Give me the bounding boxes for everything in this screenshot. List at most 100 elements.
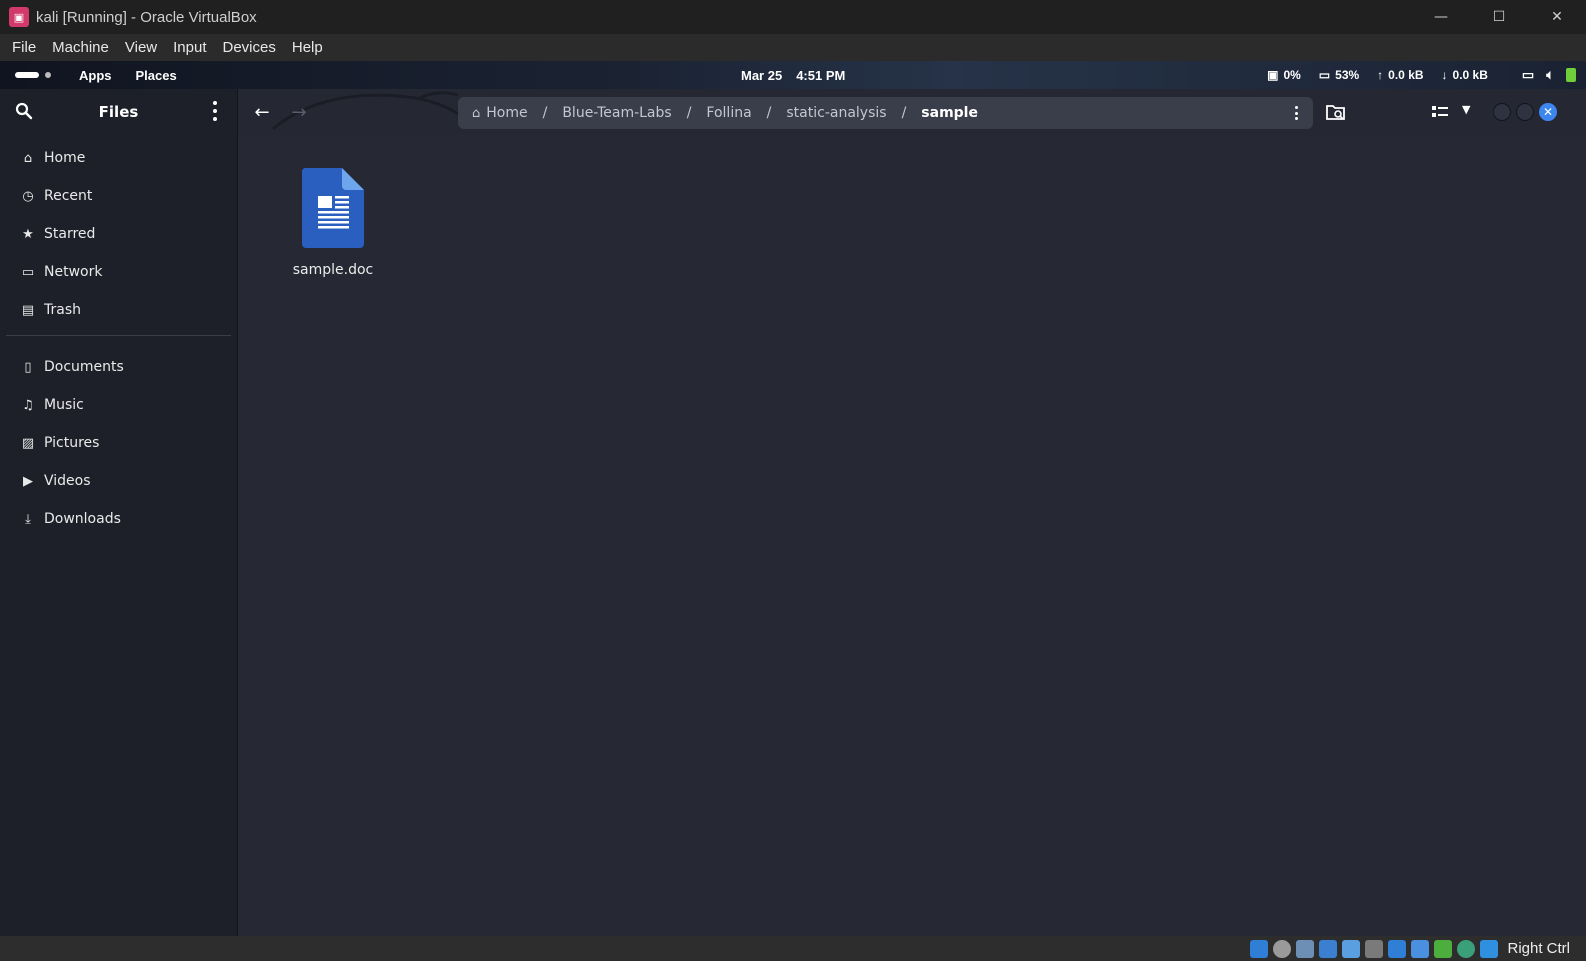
host-menu-bar: File Machine View Input Devices Help — [0, 34, 1586, 61]
download-stat[interactable]: ↓ 0.0 kB — [1442, 68, 1488, 82]
files-sidebar: Files ⌂ Home ◷ Recent ★ Starred ▭ Network ▤ T… — [0, 89, 238, 936]
crumb-home[interactable]: ⌂ Home — [472, 105, 528, 121]
volume-icon[interactable]: 🔈︎ — [1546, 67, 1554, 83]
menu-help[interactable]: Help — [284, 39, 331, 56]
hard-disk-icon[interactable] — [1250, 939, 1269, 958]
trash-icon: ▤ — [21, 302, 35, 318]
sidebar-item-label: Network — [44, 264, 103, 280]
list-view-icon[interactable] — [1432, 105, 1448, 119]
panel-status-area: ▣ 0% ▭ 53% ↑ 0.0 kB ↓ 0.0 kB ▭ 🔈︎ — [1249, 61, 1576, 89]
close-button[interactable]: ✕ — [1528, 0, 1586, 34]
memory-stat[interactable]: ▭ 53% — [1319, 68, 1359, 82]
places-menu[interactable]: Places — [136, 68, 177, 83]
sidebar-item-documents[interactable]: ▯ Documents — [0, 348, 237, 386]
upload-stat[interactable]: ↑ 0.0 kB — [1377, 68, 1423, 82]
display-icon[interactable] — [1388, 939, 1407, 958]
audio-icon[interactable] — [1296, 939, 1315, 958]
places-list: ⌂ Home ◷ Recent ★ Starred ▭ Network ▤ Trash — [0, 139, 237, 329]
network-icon: ▭ — [21, 264, 35, 280]
sidebar-item-label: Pictures — [44, 435, 100, 451]
keyboard-capture-icon[interactable] — [1480, 939, 1499, 958]
document-icon: ▯ — [24, 359, 32, 375]
crumb-blue-team-labs[interactable]: Blue-Team-Labs — [562, 105, 671, 121]
panel-clock[interactable]: Mar 25 4:51 PM — [741, 61, 859, 89]
optical-drive-icon[interactable] — [1273, 939, 1292, 958]
crumb-label: sample — [921, 105, 978, 121]
pictures-icon: ▨ — [21, 435, 35, 451]
cpu-stat[interactable]: ▣ 0% — [1267, 68, 1301, 82]
crumb-separator: / — [766, 105, 772, 121]
app-title: Files — [98, 103, 139, 121]
crumb-separator: / — [542, 105, 548, 121]
sidebar-header: Files — [0, 89, 237, 135]
chevron-down-icon[interactable]: ▼ — [1462, 103, 1470, 116]
search-folder-icon[interactable] — [1326, 103, 1346, 121]
usb-icon[interactable] — [1342, 939, 1361, 958]
sidebar-item-pictures[interactable]: ▨ Pictures — [0, 424, 237, 462]
battery-icon[interactable] — [1566, 68, 1576, 82]
virtualbox-app-icon: ▣ — [9, 7, 29, 27]
sidebar-item-label: Home — [44, 150, 86, 166]
file-name: sample.doc — [292, 262, 374, 278]
forward-arrow-icon[interactable]: → — [283, 96, 315, 128]
sidebar-item-network[interactable]: ▭ Network — [0, 253, 237, 291]
cpu-activity-icon[interactable] — [1434, 939, 1453, 958]
vbox-status-icons — [1250, 939, 1503, 958]
home-icon: ⌂ — [472, 105, 481, 121]
home-icon: ⌂ — [23, 150, 33, 166]
sidebar-item-trash[interactable]: ▤ Trash — [0, 291, 237, 329]
sidebar-item-starred[interactable]: ★ Starred — [0, 215, 237, 253]
bookmarks-list: ▯ Documents ♫ Music ▨ Pictures ▶ Videos ⤓ Dow… — [0, 348, 237, 538]
screen-icon[interactable]: ▭ — [1522, 67, 1534, 83]
host-window-controls: — ☐ ✕ — [1412, 0, 1586, 34]
menu-kebab-icon[interactable] — [209, 101, 221, 121]
menu-file[interactable]: File — [4, 39, 44, 56]
crumb-current[interactable]: sample — [921, 105, 978, 121]
word-document-icon — [302, 168, 364, 248]
crumb-follina[interactable]: Follina — [706, 105, 751, 121]
sidebar-item-music[interactable]: ♫ Music — [0, 386, 237, 424]
maximize-button[interactable]: ☐ — [1470, 0, 1528, 34]
back-arrow-icon[interactable]: ← — [246, 96, 278, 128]
path-menu-icon[interactable] — [1293, 106, 1299, 120]
path-bar: ⌂ Home / Blue-Team-Labs / Follina / stati… — [458, 97, 1313, 129]
minimize-window-button[interactable] — [1493, 103, 1511, 121]
search-icon[interactable] — [15, 102, 33, 120]
upload-value: 0.0 kB — [1388, 68, 1424, 82]
close-window-button[interactable]: ✕ — [1539, 103, 1557, 121]
sidebar-item-label: Starred — [44, 226, 96, 242]
menu-machine[interactable]: Machine — [44, 39, 117, 56]
file-item[interactable]: sample.doc — [282, 168, 384, 278]
crumb-label: Follina — [706, 105, 752, 121]
sidebar-item-recent[interactable]: ◷ Recent — [0, 177, 237, 215]
menu-devices[interactable]: Devices — [215, 39, 284, 56]
network-adapter-icon[interactable] — [1319, 939, 1338, 958]
download-value: 0.0 kB — [1452, 68, 1488, 82]
files-header-bar: ← → ⌂ Home / Blue-Team-Labs / Follina / s… — [238, 89, 1586, 135]
menu-input[interactable]: Input — [165, 39, 214, 56]
file-view[interactable]: sample.doc — [238, 135, 1586, 936]
sidebar-item-label: Videos — [44, 473, 91, 489]
crumb-separator: / — [686, 105, 692, 121]
maximize-window-button[interactable] — [1516, 103, 1534, 121]
sidebar-item-label: Recent — [44, 188, 93, 204]
menu-view[interactable]: View — [117, 39, 165, 56]
shared-folders-icon[interactable] — [1365, 939, 1384, 958]
sidebar-item-label: Music — [44, 397, 84, 413]
host-key-label: Right Ctrl — [1507, 940, 1570, 957]
sidebar-item-home[interactable]: ⌂ Home — [0, 139, 237, 177]
apps-menu[interactable]: Apps — [79, 68, 112, 83]
memory-value: 53% — [1335, 68, 1360, 82]
activities-indicator[interactable] — [15, 72, 55, 78]
video-icon: ▶ — [23, 473, 33, 489]
recording-icon[interactable] — [1411, 939, 1430, 958]
vbox-status-bar: Right Ctrl — [0, 936, 1586, 961]
crumb-static-analysis[interactable]: static-analysis — [786, 105, 886, 121]
sidebar-item-videos[interactable]: ▶ Videos — [0, 462, 237, 500]
crumb-separator: / — [901, 105, 907, 121]
sidebar-item-downloads[interactable]: ⤓ Downloads — [0, 500, 237, 538]
sidebar-item-label: Downloads — [44, 511, 121, 527]
download-icon: ⤓ — [25, 511, 31, 527]
mouse-integration-icon[interactable] — [1457, 939, 1476, 958]
minimize-button[interactable]: — — [1412, 0, 1470, 34]
